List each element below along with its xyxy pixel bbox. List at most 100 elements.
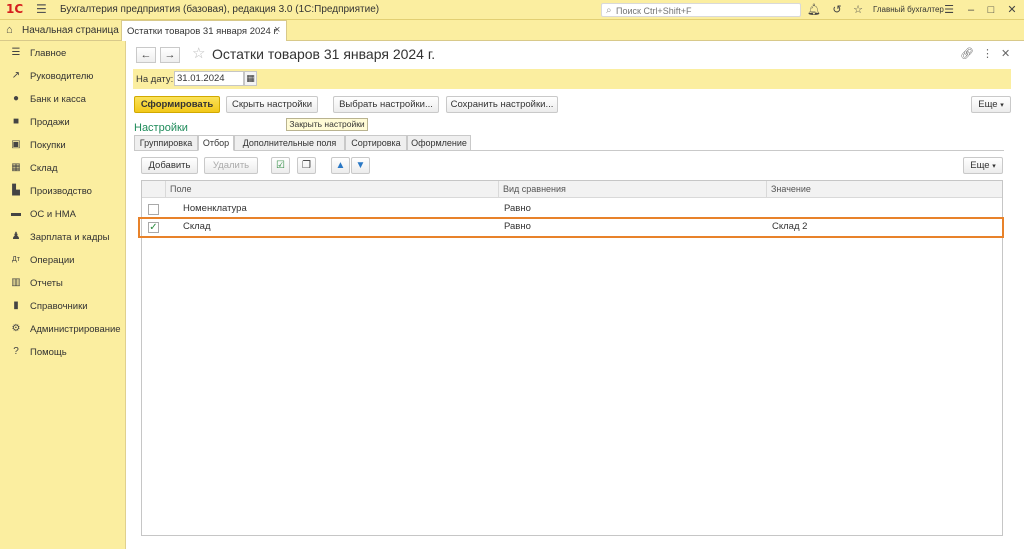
sidebar-item-reports[interactable]: ▥ Отчеты [0, 273, 126, 293]
check-all-button[interactable]: ☑ [271, 157, 290, 174]
generate-button[interactable]: Сформировать [134, 96, 220, 113]
sidebar-item-label: Главное [30, 48, 67, 59]
book-icon: ▮ [13, 300, 19, 311]
column-value[interactable]: Значение [766, 181, 1002, 198]
truck-icon: ▬ [11, 208, 21, 219]
checkbox-checked-icon: ☑ [276, 160, 285, 171]
sidebar-item-label: ОС и НМА [30, 209, 76, 220]
sidebar-item-label: Склад [30, 163, 58, 174]
user-name[interactable]: Главный бухгалтер [873, 5, 944, 14]
link-icon[interactable]: 🔗︎ [960, 48, 974, 60]
favorite-star-icon[interactable]: ☆ [192, 46, 205, 62]
sidebar-item-purchases[interactable]: ▣ Покупки [0, 135, 126, 155]
sidebar-item-catalogs[interactable]: ▮ Справочники [0, 296, 126, 316]
move-up-button[interactable]: ▲ [331, 157, 350, 174]
app-title: Бухгалтерия предприятия (базовая), редак… [60, 4, 380, 15]
settings-more-button[interactable]: Еще ▾ [963, 157, 1003, 174]
tab-document[interactable]: Остатки товаров 31 января 2024 г. × [121, 20, 287, 41]
close-form-icon[interactable]: ✕ [1001, 48, 1010, 60]
tab-grouping[interactable]: Группировка [134, 135, 198, 151]
sidebar-item-label: Зарплата и кадры [30, 232, 110, 243]
tab-additional-fields[interactable]: Дополнительные поля [234, 135, 345, 151]
close-window-icon[interactable]: ✕ [1005, 3, 1019, 17]
tab-document-label: Остатки товаров 31 января 2024 г. [127, 26, 279, 37]
arrow-down-icon: ▼ [355, 160, 366, 171]
gear-icon: ⚙ [11, 323, 21, 334]
home-icon: ⌂ [6, 24, 13, 36]
sidebar-item-operations[interactable]: Дт Операции [0, 250, 126, 270]
row-checkbox[interactable] [148, 204, 159, 215]
trend-icon: ↗ [11, 70, 21, 81]
cart-icon: ▣ [11, 139, 21, 150]
hide-settings-button[interactable]: Скрыть настройки [226, 96, 318, 113]
page-title: Остатки товаров 31 января 2024 г. [212, 46, 436, 62]
tab-sorting[interactable]: Сортировка [345, 135, 407, 151]
tab-home[interactable]: ⌂ Начальная страница [0, 20, 119, 41]
forward-button[interactable]: → [160, 47, 180, 63]
back-button[interactable]: ← [136, 47, 156, 63]
settings-menu-icon[interactable]: ☰ [942, 3, 956, 17]
question-icon: ? [13, 346, 19, 357]
history-icon[interactable]: ↺ [830, 3, 844, 17]
settings-title: Настройки [134, 122, 188, 134]
more-label: Еще [970, 160, 990, 171]
calendar-icon[interactable]: ▦ [244, 71, 257, 86]
favorites-icon[interactable]: ☆ [851, 3, 865, 17]
column-check [142, 181, 165, 198]
arrow-up-icon: ▲ [335, 160, 346, 171]
sidebar-item-label: Покупки [30, 140, 66, 151]
add-button[interactable]: Добавить [141, 157, 198, 174]
column-field[interactable]: Поле [165, 181, 498, 198]
more-vertical-icon[interactable]: ⋮ [982, 48, 993, 60]
sidebar-item-bank[interactable]: ● Банк и касса [0, 89, 126, 109]
sidebar-item-label: Операции [30, 255, 75, 266]
more-button[interactable]: Еще ▾ [971, 96, 1011, 113]
chevron-down-icon: ▾ [992, 163, 996, 170]
warehouse-icon: ▦ [11, 162, 21, 173]
search-input[interactable] [616, 5, 796, 16]
minimize-icon[interactable]: – [964, 3, 978, 17]
date-input[interactable]: 31.01.2024 [174, 71, 244, 86]
main-menu-icon[interactable]: ☰ [36, 3, 48, 16]
sidebar-item-production[interactable]: ▙ Производство [0, 181, 126, 201]
sidebar-item-main[interactable]: ☰ Главное [0, 43, 126, 63]
sidebar-item-warehouse[interactable]: ▦ Склад [0, 158, 126, 178]
sidebar-item-help[interactable]: ? Помощь [0, 342, 126, 362]
sidebar-item-label: Производство [30, 186, 92, 197]
sidebar-item-label: Банк и касса [30, 94, 86, 105]
table-header: Поле Вид сравнения Значение [142, 181, 1002, 198]
tab-home-label: Начальная страница [22, 25, 119, 36]
chevron-down-icon: ▾ [1000, 102, 1004, 109]
cell-field: Номенклатура [183, 203, 247, 214]
sidebar-item-salary[interactable]: ♟ Зарплата и кадры [0, 227, 126, 247]
column-comparison[interactable]: Вид сравнения [498, 181, 766, 198]
table-row[interactable]: Номенклатура Равно [142, 200, 1002, 218]
sidebar-item-assets[interactable]: ▬ ОС и НМА [0, 204, 126, 224]
bell-icon[interactable]: 🔔︎ [807, 3, 821, 17]
copy-button[interactable]: ❐ [297, 157, 316, 174]
sidebar-item-label: Руководителю [30, 71, 94, 82]
tab-appearance[interactable]: Оформление [407, 135, 471, 151]
bag-icon: ■ [12, 116, 20, 127]
arrow-left-icon: ← [140, 49, 152, 61]
sidebar-item-sales[interactable]: ■ Продажи [0, 112, 126, 132]
sidebar-item-admin[interactable]: ⚙ Администрирование [0, 319, 126, 339]
row-highlight [138, 217, 1004, 238]
global-search[interactable]: ⌕ [601, 3, 801, 17]
tooltip: Закрыть настройки [286, 118, 368, 131]
sidebar-item-manager[interactable]: ↗ Руководителю [0, 66, 126, 86]
person-icon: ♟ [11, 231, 21, 242]
delete-button[interactable]: Удалить [204, 157, 258, 174]
save-settings-button[interactable]: Сохранить настройки... [446, 96, 558, 113]
search-icon: ⌕ [606, 5, 612, 16]
close-tab-icon[interactable]: × [274, 24, 280, 37]
choose-settings-button[interactable]: Выбрать настройки... [333, 96, 439, 113]
date-label: На дату: [136, 74, 174, 85]
move-down-button[interactable]: ▼ [351, 157, 370, 174]
sidebar-item-label: Справочники [30, 301, 88, 312]
maximize-icon[interactable]: □ [984, 3, 998, 17]
operations-icon: Дт [12, 256, 20, 263]
tab-filter[interactable]: Отбор [198, 135, 234, 151]
sidebar-item-label: Помощь [30, 347, 67, 358]
sidebar: ☰ Главное ↗ Руководителю ● Банк и касса ■ Пр… [0, 41, 126, 549]
